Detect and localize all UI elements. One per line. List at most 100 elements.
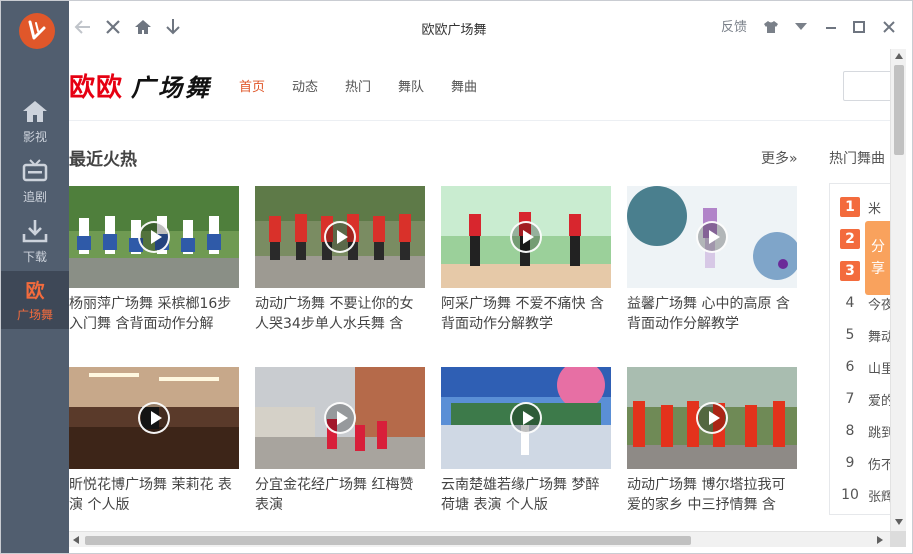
song-name: 今夜 [868,297,890,313]
video-thumbnail[interactable] [441,186,611,288]
sidebar-item-downloads[interactable]: 下载 [1,213,69,273]
video-title[interactable]: 分宜金花经广场舞 红梅赞 表演 [255,475,425,515]
list-item[interactable]: 3 [840,260,868,282]
download-button[interactable] [161,15,185,39]
download-icon [20,217,50,245]
play-icon [510,221,542,253]
video-thumbnail[interactable] [255,367,425,469]
home-button[interactable] [131,15,155,39]
rank-number: 5 [845,327,855,343]
search-input[interactable] [843,71,890,101]
video-card[interactable]: 云南楚雄若缘广场舞 梦醉荷塘 表演 个人版 [441,367,611,515]
list-item[interactable]: 2 [840,228,868,250]
site-nav-music[interactable]: 舞曲 [451,76,477,95]
video-title[interactable]: 杨丽萍广场舞 采槟榔16步入门舞 含背面动作分解 [69,294,239,334]
video-title[interactable]: 阿采广场舞 不爱不痛快 含背面动作分解教学 [441,294,611,334]
home-icon [20,97,50,125]
play-icon [324,221,356,253]
maximize-icon [853,21,865,33]
more-link[interactable]: 更多» [761,148,798,168]
play-icon [696,402,728,434]
video-card[interactable]: 动动广场舞 博尔塔拉我可爱的家乡 中三抒情舞 含 [627,367,797,515]
video-card[interactable]: 杨丽萍广场舞 采槟榔16步入门舞 含背面动作分解 [69,186,239,334]
app-logo-icon[interactable] [19,13,55,49]
rank-number: 4 [845,295,855,311]
video-card[interactable]: 分宜金花经广场舞 红梅赞 表演 [255,367,425,515]
video-thumbnail[interactable] [255,186,425,288]
feedback-link[interactable]: 反馈 [721,16,747,35]
video-card[interactable]: 昕悦花博广场舞 茉莉花 表演 个人版 [69,367,239,515]
stop-button[interactable] [101,15,125,39]
play-icon [510,402,542,434]
video-title[interactable]: 益馨广场舞 心中的高原 含背面动作分解教学 [627,294,797,334]
list-item[interactable]: 5 舞动 [840,324,890,346]
arrow-down-icon [166,19,180,35]
sidebar-item-series[interactable]: 追剧 [1,153,69,213]
video-card[interactable]: 阿采广场舞 不爱不痛快 含背面动作分解教学 [441,186,611,334]
close-icon [883,21,895,33]
tshirt-icon [764,21,778,33]
back-button[interactable] [71,15,95,39]
site-nav-feed[interactable]: 动态 [292,76,318,95]
menu-button[interactable] [789,15,813,39]
site-nav-home[interactable]: 首页 [239,76,265,95]
song-name: 张辉 [868,489,890,505]
video-card[interactable]: 益馨广场舞 心中的高原 含背面动作分解教学 [627,186,797,334]
vertical-scrollbar[interactable] [890,49,906,531]
video-title[interactable]: 云南楚雄若缘广场舞 梦醉荷塘 表演 个人版 [441,475,611,515]
sidebar-item-label: 广场舞 [16,308,53,322]
video-card[interactable]: 动动广场舞 不要让你的女人哭34步单人水兵舞 含 [255,186,425,334]
play-icon [138,221,170,253]
list-item[interactable]: 6 山里 [840,356,890,378]
share-button[interactable]: 分 享 [865,221,890,295]
site-logo-red-text: 欧欧 [69,73,124,103]
sidebar: 影视 追剧 下载 欧 广场舞 [1,1,69,553]
horizontal-scroll-thumb[interactable] [85,536,691,545]
video-title[interactable]: 昕悦花博广场舞 茉莉花 表演 个人版 [69,475,239,515]
list-item[interactable]: 1 米 [840,196,881,218]
video-thumbnail[interactable] [627,186,797,288]
list-item[interactable]: 4 今夜 [840,292,890,314]
site-logo-black-text: 广场舞 [131,73,213,102]
scroll-up-icon [895,53,903,59]
rank-number: 2 [840,229,860,249]
sidebar-item-square-dance[interactable]: 欧 广场舞 [1,271,69,329]
maximize-button[interactable] [847,15,871,39]
list-item[interactable]: 9 伤不 [840,452,890,474]
site-header: 欧欧 广场舞 首页 动态 热门 舞队 舞曲 [69,49,890,121]
rank-number: 3 [840,261,860,281]
horizontal-scrollbar[interactable] [69,531,890,547]
video-title[interactable]: 动动广场舞 不要让你的女人哭34步单人水兵舞 含 [255,294,425,334]
app-window: 影视 追剧 下载 欧 广场舞 欧欧广场舞 反馈 欧欧 广场舞 首页 动态 热门 … [0,0,913,554]
sidebar-item-label: 追剧 [22,190,47,204]
video-thumbnail[interactable] [441,367,611,469]
scroll-right-icon [877,536,883,544]
vertical-scroll-thumb[interactable] [894,65,904,155]
minimize-button[interactable] [819,15,843,39]
video-thumbnail[interactable] [69,367,239,469]
square-dance-logo-icon: 欧 [25,279,45,302]
rank-number: 7 [845,391,855,407]
play-icon [324,402,356,434]
rank-number: 9 [845,455,855,471]
rank-number: 6 [845,359,855,375]
list-item[interactable]: 10 张辉 [840,484,890,506]
list-item[interactable]: 7 爱的 [840,388,890,410]
close-button[interactable] [877,15,901,39]
song-name: 爱的 [868,393,890,409]
site-nav-teams[interactable]: 舞队 [398,76,424,95]
video-thumbnail[interactable] [627,367,797,469]
sidebar-item-movies[interactable]: 影视 [1,93,69,153]
list-item[interactable]: 8 跳到 [840,420,890,442]
site-logo[interactable]: 欧欧 广场舞 [69,67,213,103]
rank-number: 1 [840,197,860,217]
site-nav-popular[interactable]: 热门 [345,76,371,95]
video-thumbnail[interactable] [69,186,239,288]
section-title: 最近火热 [69,150,137,170]
skin-button[interactable] [759,15,783,39]
song-name: 跳到 [868,425,890,441]
window-title: 欧欧广场舞 [421,23,487,38]
scroll-left-icon [73,536,79,544]
video-title[interactable]: 动动广场舞 博尔塔拉我可爱的家乡 中三抒情舞 含 [627,475,797,515]
home-icon [135,20,151,34]
